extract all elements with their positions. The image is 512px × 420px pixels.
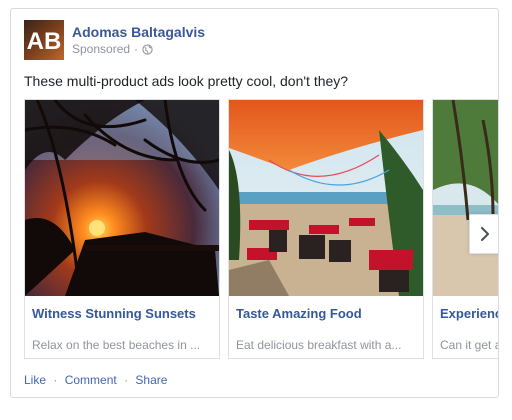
like-link[interactable]: Like [24,373,46,387]
post-message: These multi-product ads look pretty cool… [24,73,349,89]
sponsored-post-card: AB Adomas Baltagalvis Sponsored · These … [10,8,499,398]
carousel-next-button[interactable] [469,214,498,254]
post-meta: Sponsored · [72,42,153,56]
carousel-item[interactable]: Witness Stunning Sunsets Relax on the be… [24,99,220,359]
carousel-item-description: Eat delicious breakfast with a... [236,338,402,352]
beach-palms-photo[interactable] [433,100,498,296]
action-separator: · [53,373,58,387]
author-name[interactable]: Adomas Baltagalvis [72,24,205,40]
sponsored-label[interactable]: Sponsored [72,42,130,56]
beach-restaurant-photo[interactable] [229,100,423,296]
carousel-item[interactable]: Taste Amazing Food Eat delicious breakfa… [228,99,424,359]
carousel-item-title[interactable]: Witness Stunning Sunsets [32,306,196,321]
action-separator: · [124,373,129,387]
avatar[interactable]: AB [24,20,64,60]
carousel-item-title[interactable]: Taste Amazing Food [236,306,362,321]
globe-icon [142,43,153,55]
post-actions: Like · Comment · Share [24,373,167,387]
carousel-item-title[interactable]: Experience [440,306,498,321]
avatar-initials: AB [27,28,62,55]
sunset-photo[interactable] [25,100,219,296]
chevron-right-icon [481,227,489,241]
share-link[interactable]: Share [135,373,167,387]
carousel-item-description: Relax on the best beaches in ... [32,338,201,352]
carousel-item-description: Can it get a [440,338,499,352]
comment-link[interactable]: Comment [65,373,117,387]
product-carousel: Witness Stunning Sunsets Relax on the be… [24,99,499,359]
meta-separator: · [134,42,139,56]
